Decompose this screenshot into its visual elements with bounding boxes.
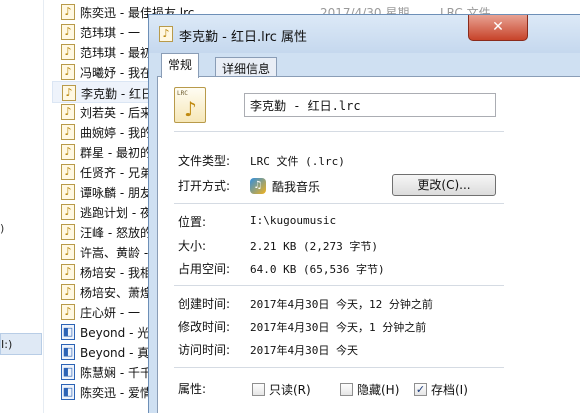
dialog-tabs: 常规 详细信息 — [157, 53, 580, 78]
attributes-label: 属性: — [178, 382, 207, 396]
file-name: 庄心妍 - 一 — [80, 306, 140, 320]
music-note-icon: ♪ — [61, 24, 75, 40]
change-button[interactable]: 更改(C)... — [392, 174, 496, 196]
file-type-label: 文件类型: — [178, 154, 231, 168]
lrc-file-icon: LRC ♪ — [174, 87, 206, 123]
file-name: 谭咏麟 - 朋友 — [80, 186, 152, 200]
archive-checkbox[interactable]: ✓ — [414, 383, 427, 396]
file-name: 汪峰 - 怒放的 — [80, 226, 152, 240]
media-file-icon: ◧ — [61, 344, 75, 360]
close-icon: ✕ — [492, 19, 504, 35]
music-file-icon: ♪ — [159, 26, 173, 42]
close-button[interactable]: ✕ — [468, 15, 528, 41]
music-note-icon: ♪ — [61, 124, 75, 140]
file-name: 杨培安、萧煌 — [80, 286, 153, 300]
dialog-titlebar[interactable]: ♪ 李克勤 - 红日.lrc 属性 ✕ — [149, 15, 580, 53]
open-with-label: 打开方式: — [178, 179, 231, 193]
modified-value: 2017年4月30日 今天，1 分钟之前 — [250, 321, 427, 334]
file-name: 李克勤 - 红日 — [81, 87, 153, 101]
open-with-app: 酷我音乐 — [272, 180, 321, 194]
accessed-label: 访问时间: — [178, 343, 231, 357]
readonly-label: 只读(R) — [269, 383, 311, 397]
music-note-icon: ♪ — [61, 204, 75, 220]
music-note-icon: ♪ — [61, 64, 75, 80]
music-note-icon: ♪ — [61, 264, 75, 280]
media-file-icon: ◧ — [61, 364, 75, 380]
media-file-icon: ◧ — [61, 324, 75, 340]
nav-drive-item[interactable]: I:) — [0, 333, 42, 355]
readonly-checkbox[interactable] — [252, 383, 265, 396]
modified-label: 修改时间: — [178, 320, 231, 334]
file-name: 杨培安 - 我相 — [80, 266, 152, 280]
file-name: 逃跑计划 - 夜 — [80, 206, 152, 220]
location-label: 位置: — [178, 215, 207, 229]
file-name: 陈慧娴 - 千千 — [80, 366, 152, 380]
properties-dialog: ♪ 李克勤 - 红日.lrc 属性 ✕ 常规 详细信息 LRC ♪ 李克勤 - … — [148, 14, 580, 413]
music-note-icon: ♪ — [61, 244, 75, 260]
music-note-icon: ♪ — [61, 4, 75, 20]
file-name: 群星 - 最初的 — [80, 146, 152, 160]
file-name: 范玮琪 - 最初 — [80, 46, 152, 60]
file-name: Beyond - 真 — [80, 346, 150, 360]
music-note-icon: ♪ — [61, 144, 75, 160]
accessed-value: 2017年4月30日 今天 — [250, 344, 358, 357]
created-label: 创建时间: — [178, 297, 231, 311]
music-note-icon: ♪ — [61, 104, 75, 120]
music-note-icon: ♪ — [61, 164, 75, 180]
file-name: Beyond - 光 — [80, 326, 150, 340]
file-icon-tag: LRC — [177, 90, 188, 97]
file-name: 范玮琪 - 一 — [80, 26, 140, 40]
separator — [174, 131, 504, 132]
kuwo-music-app-icon: ♫ — [250, 178, 266, 194]
size-label: 大小: — [178, 239, 207, 253]
separator — [174, 203, 504, 204]
archive-label: 存档(I) — [431, 383, 468, 397]
music-note-icon: ♪ — [61, 184, 75, 200]
file-name: 冯曦妤 - 我在 — [80, 66, 152, 80]
filename-field[interactable]: 李克勤 - 红日.lrc — [244, 93, 496, 117]
music-note-icon: ♪ — [184, 97, 197, 121]
file-name: 陈奕迅 - 爱情 — [80, 386, 152, 400]
separator — [174, 367, 504, 368]
music-note-icon: ♪ — [62, 85, 76, 101]
disk-size-value: 64.0 KB (65,536 字节) — [250, 263, 385, 276]
tab-details[interactable]: 详细信息 — [215, 57, 278, 77]
separator — [174, 285, 504, 286]
file-name: 刘若英 - 后来 — [80, 106, 152, 120]
file-name: 许嵩、黄龄 - — [80, 246, 149, 260]
location-value: I:\kugoumusic — [250, 214, 337, 227]
file-name: 曲婉婷 - 我的 — [80, 126, 152, 140]
media-file-icon: ◧ — [61, 384, 75, 400]
nav-fragment: ) — [0, 222, 5, 235]
hidden-checkbox[interactable] — [340, 383, 353, 396]
music-note-icon: ♪ — [61, 284, 75, 300]
created-value: 2017年4月30日 今天，12 分钟之前 — [250, 298, 433, 311]
general-tab-panel: LRC ♪ 李克勤 - 红日.lrc 文件类型: LRC 文件 (.lrc) 打… — [157, 76, 580, 413]
nav-drive-label: I:) — [1, 338, 13, 351]
file-name: 任贤齐 - 兄弟 — [80, 166, 152, 180]
size-value: 2.21 KB (2,273 字节) — [250, 240, 378, 253]
music-note-icon: ♪ — [61, 224, 75, 240]
dialog-title: 李克勤 - 红日.lrc 属性 — [179, 30, 308, 45]
music-note-icon: ♪ — [61, 304, 75, 320]
navigation-pane[interactable]: ) I:) — [0, 0, 44, 413]
tab-general[interactable]: 常规 — [161, 53, 200, 78]
hidden-label: 隐藏(H) — [357, 383, 400, 397]
music-note-icon: ♪ — [61, 44, 75, 60]
file-type-value: LRC 文件 (.lrc) — [250, 155, 345, 168]
disk-size-label: 占用空间: — [178, 262, 231, 276]
